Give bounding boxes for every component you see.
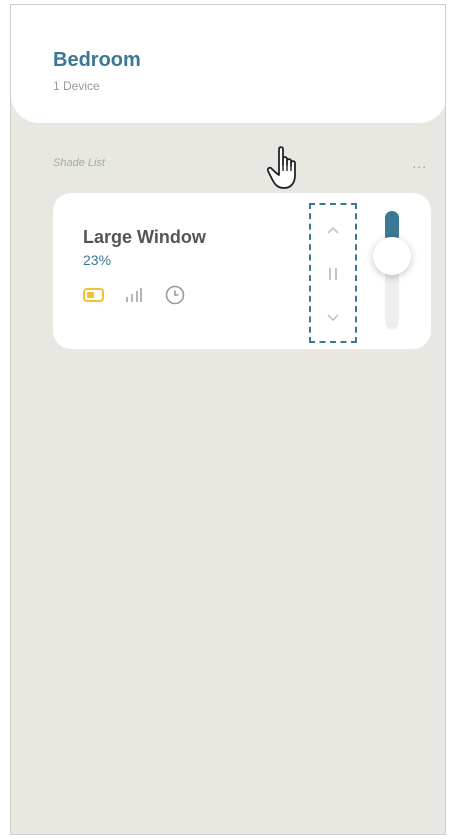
shade-card[interactable]: Large Window 23%	[53, 193, 431, 349]
more-options-icon[interactable]: ...	[412, 155, 427, 171]
clock-icon[interactable]	[165, 285, 185, 310]
room-header: Bedroom 1 Device	[11, 5, 445, 123]
phone-screen: Bedroom 1 Device Shade List ... Large Wi…	[10, 4, 446, 835]
battery-icon	[83, 288, 105, 307]
shade-name: Large Window	[83, 227, 206, 247]
slider-fill	[385, 211, 399, 238]
device-count: 1 Device	[53, 79, 100, 93]
pointer-hand-icon	[266, 145, 309, 196]
slider-handle[interactable]	[373, 237, 411, 275]
shade-percent: 23%	[83, 252, 112, 268]
up-chevron-icon[interactable]	[311, 215, 355, 245]
motor-controls	[309, 203, 357, 343]
down-chevron-icon[interactable]	[311, 303, 355, 333]
room-title: Bedroom	[53, 49, 141, 71]
signal-icon	[125, 287, 143, 308]
pause-icon[interactable]	[311, 259, 355, 289]
shade-list-label: Shade List	[53, 157, 105, 169]
